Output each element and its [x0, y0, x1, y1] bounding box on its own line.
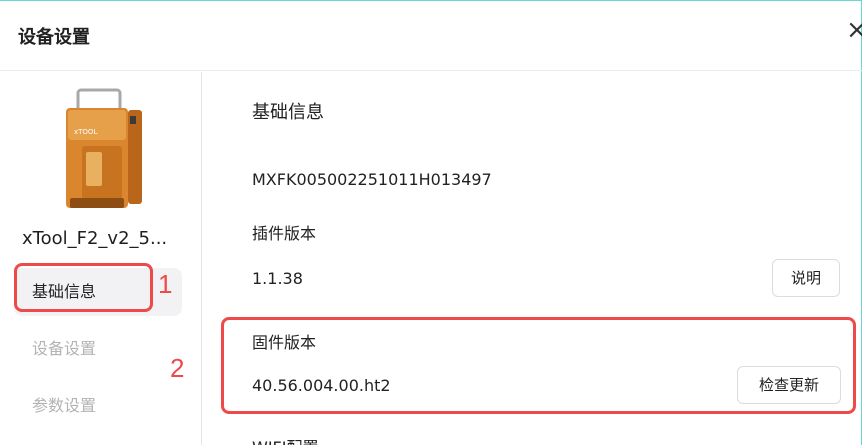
annotation-number-2: 2 [170, 353, 185, 383]
annotation-box-2 [221, 317, 856, 414]
dialog-title: 设备设置 [18, 27, 90, 48]
section-title: 基础信息 [252, 102, 324, 123]
close-icon[interactable]: × [846, 17, 862, 43]
plugin-version-value: 1.1.38 [252, 269, 303, 288]
sidebar: xTOOL xTool_F2_v2_5... 基础信息 设备设置 参数设置 [0, 72, 202, 445]
sidebar-item-parameter-settings[interactable]: 参数设置 [14, 382, 182, 430]
device-settings-dialog: 设备设置 × xTOOL xTool_F2_v2_5... 基础信息 设备设置 … [0, 0, 862, 445]
dialog-header: 设备设置 × [0, 1, 862, 71]
annotation-number-1: 1 [158, 269, 173, 299]
device-brand: xTOOL [74, 128, 97, 136]
sidebar-item-device-settings[interactable]: 设备设置 [14, 325, 182, 373]
annotation-box-1 [14, 263, 153, 312]
device-name: xTool_F2_v2_5... [22, 228, 168, 249]
laser-engraver-icon: xTOOL [66, 88, 142, 208]
serial-number: MXFK005002251011H013497 [252, 170, 492, 189]
plugin-info-button[interactable]: 说明 [772, 259, 840, 297]
wifi-config-label: WIFI配置 [252, 434, 318, 445]
plugin-version-label: 插件版本 [252, 224, 317, 243]
